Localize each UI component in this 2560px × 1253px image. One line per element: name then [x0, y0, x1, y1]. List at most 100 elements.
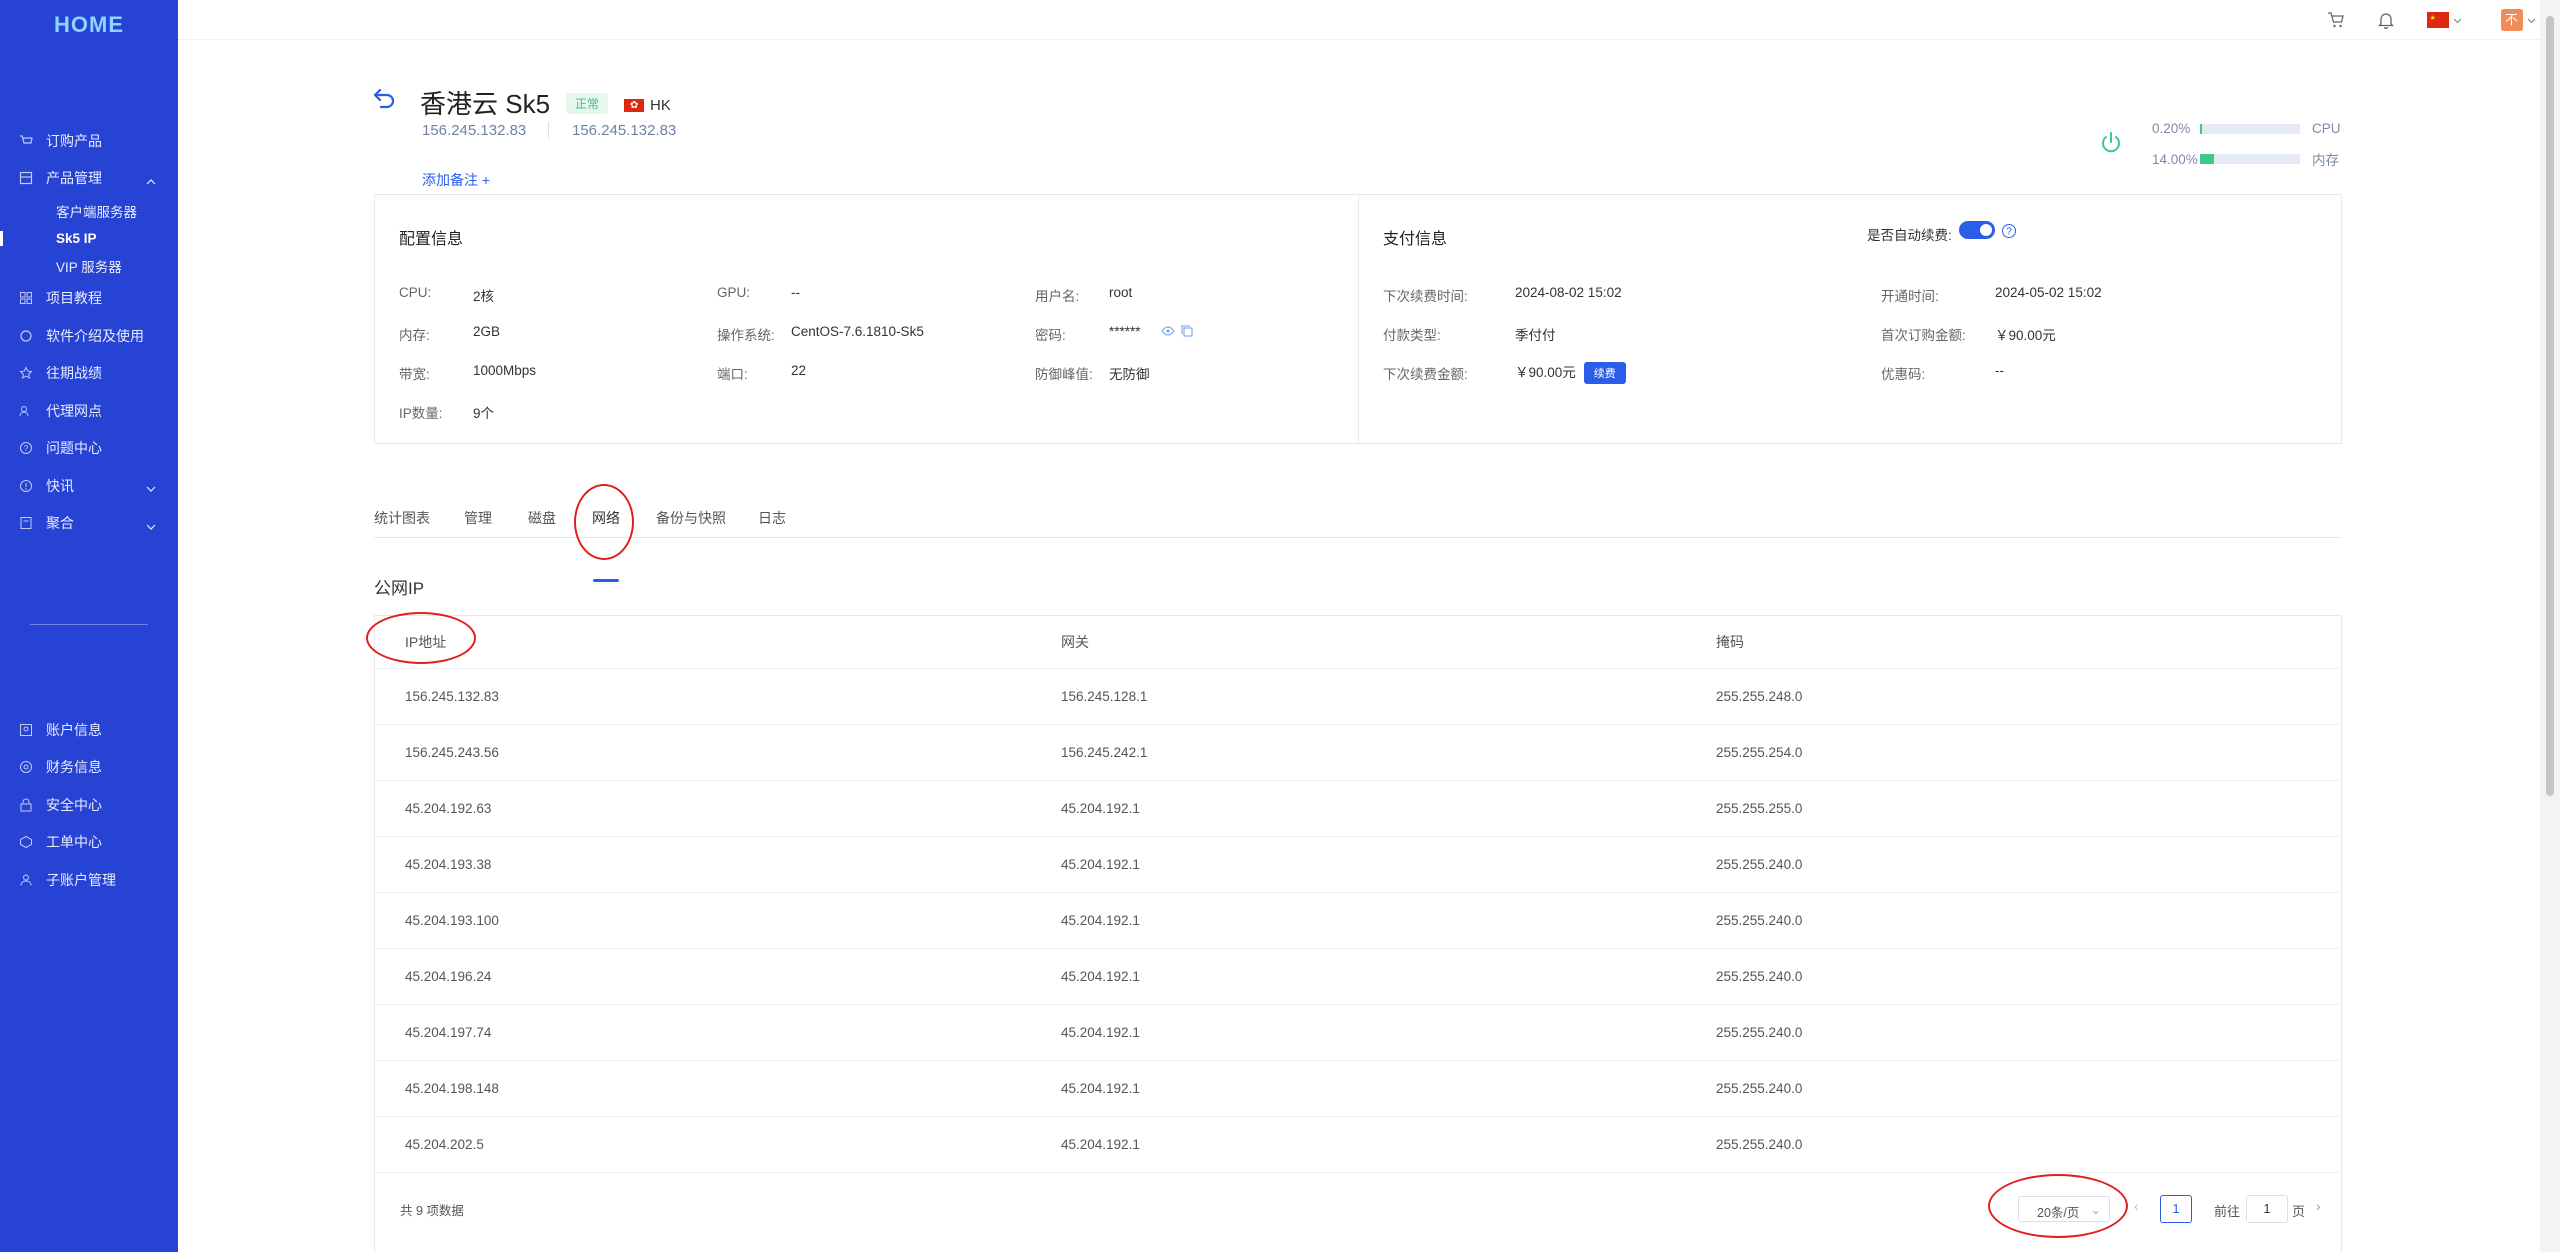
- scrollbar-thumb[interactable]: [2546, 16, 2554, 796]
- tab-backup[interactable]: 备份与快照: [656, 508, 726, 528]
- page-scrollbar[interactable]: [2540, 0, 2560, 1252]
- page-number-1[interactable]: 1: [2160, 1195, 2192, 1223]
- sidebar-item-subaccounts[interactable]: 子账户管理: [0, 861, 178, 899]
- sidebar-nav: 订购产品 产品管理 客户端服务器 Sk5 IP VIP 服务器 项目教程 软件介…: [0, 122, 178, 542]
- grid-icon: [18, 290, 34, 306]
- mask-cell: 255.255.248.0: [1716, 689, 1803, 704]
- config-cpu: CPU: 2核: [399, 285, 495, 304]
- primary-ip: 156.245.132.83: [422, 122, 527, 139]
- cpu-usage: 0.20%: [2152, 121, 2191, 136]
- power-icon[interactable]: [2098, 130, 2124, 161]
- back-icon[interactable]: [372, 86, 398, 115]
- renew-button[interactable]: 续费: [1583, 362, 1626, 385]
- mask-cell: 255.255.240.0: [1716, 913, 1803, 928]
- cpu-bar-fill: [2200, 123, 2202, 134]
- add-note-link[interactable]: 添加备注 +: [422, 170, 490, 190]
- sidebar-item-label: 代理网点: [46, 402, 102, 419]
- gateway-cell: 156.245.128.1: [1061, 689, 1148, 704]
- sidebar-item-label: 产品管理: [46, 170, 102, 187]
- goto-page-input[interactable]: 1: [2246, 1195, 2288, 1223]
- total-count: 共 9 项数据: [400, 1204, 464, 1218]
- sidebar-item-label: 聚合: [46, 515, 74, 532]
- coin-icon: [18, 759, 34, 775]
- table-row: 45.204.198.148 45.204.192.1 255.255.240.…: [375, 1060, 2341, 1116]
- question-icon: ?: [18, 440, 34, 456]
- annotation-circle: [366, 612, 476, 664]
- sidebar-item-history[interactable]: 往期战绩: [0, 355, 178, 393]
- tab-logs[interactable]: 日志: [758, 508, 786, 528]
- sidebar-item-tickets[interactable]: 工单中心: [0, 824, 178, 862]
- mask-cell: 255.255.240.0: [1716, 1025, 1803, 1040]
- copy-icon[interactable]: [1181, 325, 1193, 340]
- sidebar-item-label: 账户信息: [46, 721, 102, 738]
- cart-icon[interactable]: [2326, 10, 2346, 30]
- sidebar-item-agents[interactable]: 代理网点: [0, 392, 178, 430]
- config-os: 操作系统: CentOS-7.6.1810-Sk5: [717, 324, 924, 343]
- config-memory: 内存: 2GB: [399, 324, 501, 343]
- tab-disk[interactable]: 磁盘: [528, 508, 556, 528]
- auto-renew-toggle[interactable]: [1959, 221, 1995, 239]
- next-page-button[interactable]: ›: [2316, 1198, 2321, 1214]
- mask-cell: 255.255.240.0: [1716, 969, 1803, 984]
- bookmark-icon: [18, 515, 34, 531]
- ip-separator: [548, 122, 549, 139]
- sidebar-item-help[interactable]: ? 问题中心: [0, 430, 178, 468]
- sidebar-item-software[interactable]: 软件介绍及使用: [0, 317, 178, 355]
- column-header-mask: 掩码: [1716, 634, 1744, 650]
- sidebar-item-tutorial[interactable]: 项目教程: [0, 280, 178, 318]
- cpu-label: CPU: [2312, 121, 2341, 136]
- lock-icon: [18, 797, 34, 813]
- region-label: HK: [650, 97, 671, 114]
- config-panel: 配置信息 CPU: 2核 GPU: -- 用户名: root 内存: 2GB 操作系统:…: [374, 194, 1359, 444]
- sidebar-item-label: 软件介绍及使用: [46, 327, 144, 344]
- user-menu[interactable]: 不: [2498, 9, 2538, 31]
- tab-statistics[interactable]: 统计图表: [374, 508, 430, 528]
- sidebar-subitem-client-server[interactable]: 客户端服务器: [0, 197, 178, 225]
- ip-cell: 45.204.193.100: [405, 913, 499, 928]
- user-icon: [18, 872, 34, 888]
- sidebar-item-account[interactable]: 账户信息: [0, 711, 178, 749]
- gateway-cell: 45.204.192.1: [1061, 969, 1140, 984]
- memory-meter: 14.00% 内存: [2152, 149, 2339, 169]
- sidebar-item-aggregate[interactable]: 聚合: [0, 505, 178, 543]
- public-ip-title: 公网IP: [374, 579, 425, 598]
- circle-icon: [18, 328, 34, 344]
- mask-cell: 255.255.240.0: [1716, 1081, 1803, 1096]
- first-order-amount: 首次订购金额: ￥90.00元: [1881, 328, 2056, 343]
- ticket-icon: [18, 834, 34, 850]
- bell-icon[interactable]: [2376, 10, 2396, 30]
- sidebar-item-order[interactable]: 订购产品: [0, 122, 178, 160]
- goto-label: 前往: [2214, 1204, 2241, 1219]
- eye-icon[interactable]: [1161, 325, 1175, 340]
- ip-cell: 156.245.243.56: [405, 745, 499, 760]
- sidebar-subitem-vip-server[interactable]: VIP 服务器: [0, 252, 178, 280]
- table-row: 45.204.197.74 45.204.192.1 255.255.240.0: [375, 1004, 2341, 1060]
- sidebar-item-finance[interactable]: 财务信息: [0, 749, 178, 787]
- help-icon[interactable]: ?: [2001, 223, 2017, 244]
- topbar: ★ 不: [178, 0, 2540, 40]
- page-title: 香港云 Sk5: [420, 89, 551, 119]
- table-row: 156.245.243.56 156.245.242.1 255.255.254…: [375, 724, 2341, 780]
- tab-manage[interactable]: 管理: [464, 508, 492, 528]
- sidebar-item-news[interactable]: 快讯: [0, 467, 178, 505]
- payment-title: 支付信息: [1383, 231, 1448, 248]
- gateway-cell: 45.204.192.1: [1061, 913, 1140, 928]
- logo[interactable]: HOME: [0, 12, 178, 38]
- payment-panel: 支付信息 是否自动续费: ? 下次续费时间: 2024-08-02 15:02 开…: [1358, 194, 2342, 444]
- sidebar-divider: [30, 624, 148, 625]
- config-port: 端口: 22: [717, 363, 807, 382]
- ip-cell: 45.204.196.24: [405, 969, 492, 984]
- memory-usage: 14.00%: [2152, 151, 2198, 167]
- sidebar-item-security[interactable]: 安全中心: [0, 786, 178, 824]
- table-row: 45.204.193.100 45.204.192.1 255.255.240.…: [375, 892, 2341, 948]
- ip-cell: 45.204.198.148: [405, 1081, 499, 1096]
- config-bandwidth: 带宽: 1000Mbps: [399, 363, 537, 382]
- sidebar-subitem-sk5-ip[interactable]: Sk5 IP: [0, 225, 178, 253]
- sidebar-item-product-management[interactable]: 产品管理: [0, 160, 178, 198]
- cpu-bar: [2200, 123, 2300, 134]
- page-suffix: 页: [2292, 1204, 2306, 1219]
- config-title: 配置信息: [399, 231, 464, 248]
- prev-page-button[interactable]: ‹: [2134, 1198, 2139, 1214]
- ip-cell: 156.245.132.83: [405, 689, 499, 704]
- language-switcher[interactable]: ★: [2426, 10, 2462, 30]
